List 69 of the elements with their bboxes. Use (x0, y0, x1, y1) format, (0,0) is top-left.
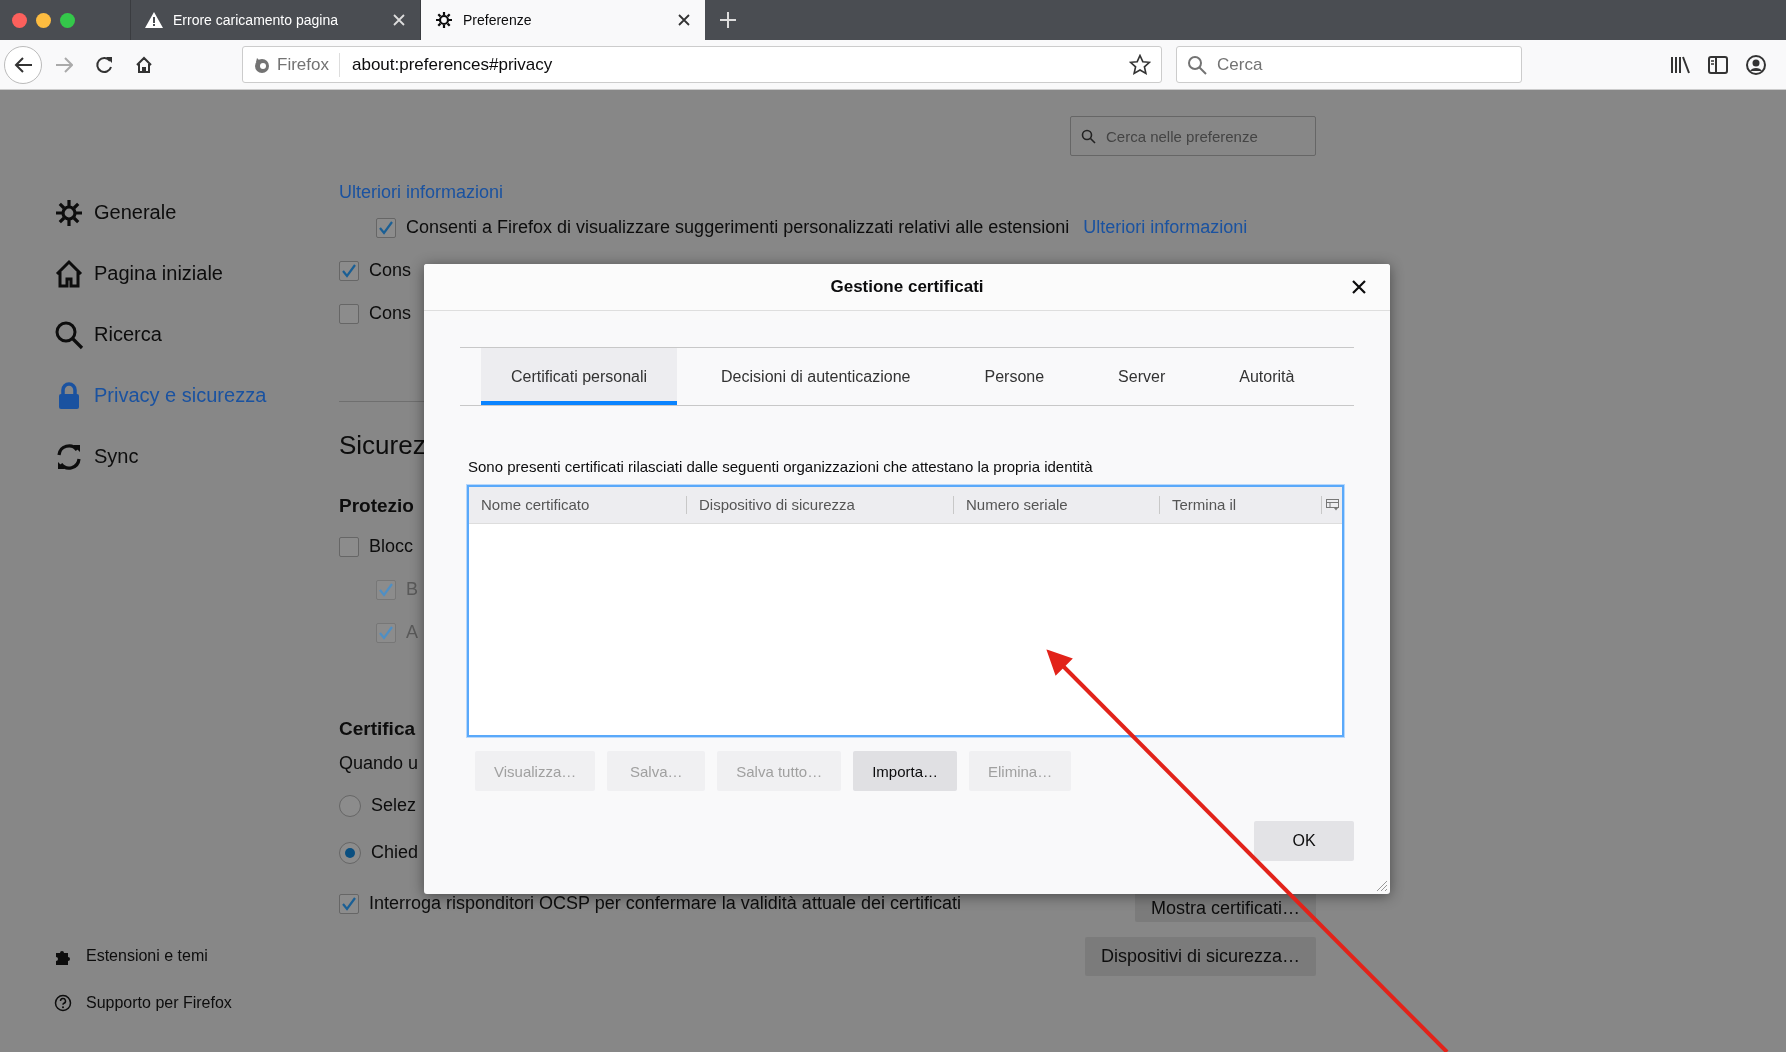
back-button[interactable] (4, 45, 42, 84)
search-icon (1081, 128, 1096, 144)
account-icon[interactable] (1746, 54, 1766, 75)
radio-button[interactable] (339, 794, 361, 817)
sidebar-icon[interactable] (1708, 55, 1728, 74)
reload-icon[interactable] (95, 55, 113, 74)
description-text: Sono presenti certificati rilasciati dalle seguenti organizzazioni che attestano la propria identità (467, 458, 1094, 475)
sidebar-item[interactable]: Ricerca (54, 304, 339, 365)
column-header[interactable]: Numero seriale (954, 496, 1160, 514)
close-icon[interactable] (677, 13, 691, 27)
checkbox[interactable] (339, 260, 359, 281)
checkbox[interactable] (376, 217, 396, 238)
back-arrow-icon (13, 55, 33, 74)
new-tab-icon[interactable] (719, 11, 737, 29)
identity-label: Firefox (277, 54, 329, 75)
section-title: Sicurez (339, 428, 426, 462)
description-text: Quando u (339, 751, 419, 775)
dialog-tab[interactable]: Decisioni di autenticazione (691, 348, 941, 405)
minimize-window-button[interactable] (36, 12, 51, 28)
checkbox[interactable] (339, 303, 359, 324)
dialog-tab[interactable]: Persone (954, 348, 1075, 405)
security-devices-button[interactable]: Dispositivi di sicurezza… (1084, 937, 1316, 976)
checkbox-label: Cons (369, 303, 412, 324)
sidebar-item[interactable]: Generale (54, 182, 339, 243)
radio-button[interactable] (339, 841, 361, 864)
search-icon (1187, 54, 1207, 75)
checkbox-label: Blocc (369, 536, 413, 557)
dialog-tab[interactable]: Server (1088, 348, 1196, 405)
search-icon (54, 319, 84, 350)
gear-icon (54, 197, 84, 228)
column-picker-icon[interactable] (1326, 499, 1339, 511)
library-icon[interactable] (1670, 55, 1690, 74)
column-header[interactable]: Dispositivo di sicurezza (687, 496, 954, 514)
column-header[interactable]: Nome certificato (469, 496, 687, 514)
dialog-title: Gestione certificati (830, 277, 984, 297)
checkbox[interactable] (339, 536, 359, 557)
section-heading: Protezio (339, 494, 414, 518)
home-icon[interactable] (135, 55, 153, 74)
dialog-tab[interactable]: Autorità (1209, 348, 1325, 405)
checkbox-label: Cons (369, 260, 412, 281)
sidebar-item[interactable]: Sync (54, 426, 339, 487)
sidebar-item[interactable]: Pagina iniziale (54, 243, 339, 304)
close-window-button[interactable] (12, 12, 27, 28)
browser-logo-icon (253, 55, 271, 74)
dialog-tab[interactable]: Certificati personali (481, 348, 678, 405)
help-icon (54, 994, 72, 1012)
radio-label: Chied (371, 842, 419, 863)
checkbox-label: Interroga risponditori OCSP per confermare la validità attuale dei certificati (369, 893, 961, 914)
star-icon[interactable] (1129, 54, 1151, 75)
column-header[interactable]: Termina il (1160, 496, 1322, 514)
sidebar-link[interactable]: Estensioni e temi (54, 947, 339, 965)
gear-icon (435, 11, 453, 29)
zoom-window-button[interactable] (60, 12, 75, 28)
checkbox[interactable] (339, 894, 359, 914)
browser-tab[interactable]: Preferenze (420, 0, 705, 40)
section-heading: Certifica (339, 717, 416, 741)
warning-icon (145, 12, 163, 28)
certificate-list[interactable]: Nome certificato Dispositivo di sicurezza Numero seriale Termina il (467, 485, 1344, 737)
sidebar-link[interactable]: Supporto per Firefox (54, 994, 339, 1012)
resize-grip-icon[interactable] (1376, 880, 1388, 892)
ok-button[interactable]: OK (1254, 821, 1354, 861)
url-text: about:preferences#privacy (350, 54, 554, 75)
forward-arrow-icon[interactable] (55, 55, 73, 74)
checkbox-label: Consenti a Firefox di visualizzare suggerimenti personalizzati relativi alle estensioni (406, 217, 1070, 238)
close-icon[interactable] (1350, 278, 1368, 296)
address-bar[interactable]: Firefox about:preferences#privacy (242, 46, 1162, 83)
radio-label: Selez (371, 795, 417, 816)
dialog-button[interactable]: Importa… (853, 751, 957, 791)
home-icon (54, 258, 84, 289)
